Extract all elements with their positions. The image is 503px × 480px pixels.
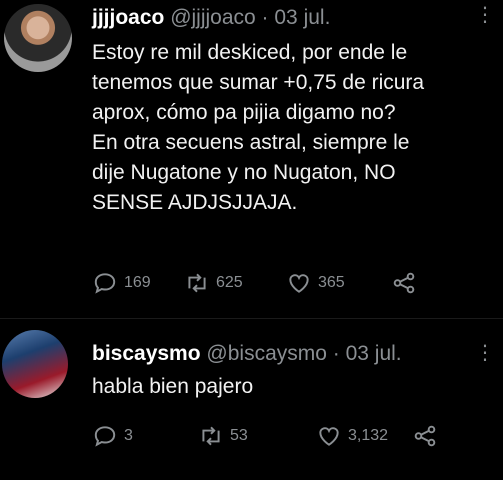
like-button[interactable]: 365 xyxy=(286,270,391,296)
tweet-header: jjjjoaco @jjjjoaco · 03 jul. xyxy=(92,6,330,30)
tweet-text: Estoy re mil deskiced, por ende le tenem… xyxy=(92,41,425,214)
tweet-2[interactable]: biscaysmo @biscaysmo · 03 jul. ⋮ habla b… xyxy=(0,326,503,480)
action-bar: 3 53 3,132 xyxy=(92,423,444,449)
retweet-button[interactable]: 53 xyxy=(198,423,316,449)
like-icon xyxy=(319,427,339,446)
more-icon[interactable]: ⋮ xyxy=(475,340,495,365)
avatar[interactable] xyxy=(2,330,68,398)
retweet-count: 53 xyxy=(230,427,248,444)
author-handle-and-date[interactable]: @jjjjoaco · 03 jul. xyxy=(170,6,330,29)
reply-count: 169 xyxy=(124,274,151,291)
tweet-divider xyxy=(0,318,503,319)
share-icon xyxy=(393,272,415,294)
like-button[interactable]: 3,132 xyxy=(316,423,412,449)
tweet-1[interactable]: jjjjoaco @jjjjoaco · 03 jul. ⋮ Estoy re … xyxy=(0,0,503,318)
like-icon xyxy=(289,274,309,293)
share-icon xyxy=(414,425,436,447)
share-button[interactable] xyxy=(412,423,444,449)
share-button[interactable] xyxy=(391,270,423,296)
author-handle-and-date[interactable]: @biscaysmo · 03 jul. xyxy=(206,342,401,365)
retweet-button[interactable]: 625 xyxy=(184,270,286,296)
author-name[interactable]: biscaysmo xyxy=(92,342,201,365)
retweet-count: 625 xyxy=(216,274,243,291)
more-icon[interactable]: ⋮ xyxy=(475,2,495,27)
reply-icon xyxy=(94,426,116,447)
avatar[interactable] xyxy=(4,4,72,72)
retweet-icon xyxy=(188,273,206,293)
reply-button[interactable]: 3 xyxy=(92,423,198,449)
tweet-text: habla bien pajero xyxy=(92,375,254,398)
tweet-header: biscaysmo @biscaysmo · 03 jul. xyxy=(92,342,402,366)
like-count: 3,132 xyxy=(348,427,389,444)
action-bar: 169 625 365 xyxy=(92,270,423,296)
reply-button[interactable]: 169 xyxy=(92,270,184,296)
retweet-icon xyxy=(202,426,220,446)
like-count: 365 xyxy=(318,274,345,291)
reply-icon xyxy=(94,273,116,294)
author-name[interactable]: jjjjoaco xyxy=(92,6,164,29)
reply-count: 3 xyxy=(124,427,133,444)
